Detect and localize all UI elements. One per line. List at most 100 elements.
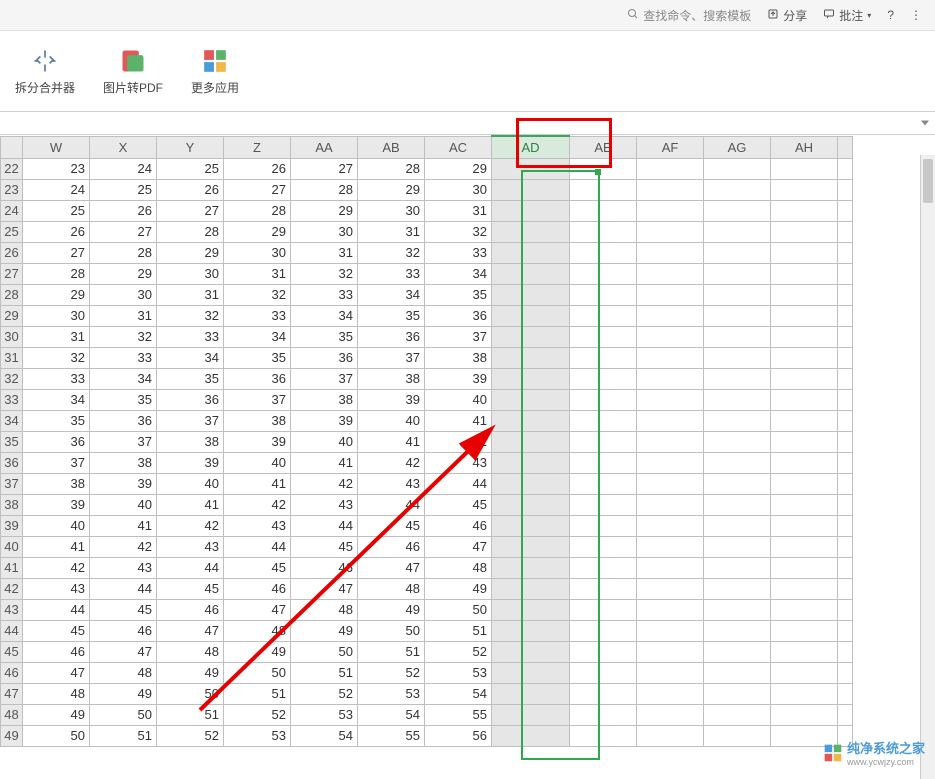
cell-partial-35[interactable] bbox=[838, 431, 853, 452]
cell-Z29[interactable]: 33 bbox=[224, 305, 291, 326]
cell-X40[interactable]: 42 bbox=[90, 536, 157, 557]
cell-Z49[interactable]: 53 bbox=[224, 725, 291, 746]
cell-W34[interactable]: 35 bbox=[23, 410, 90, 431]
cell-Y43[interactable]: 46 bbox=[157, 599, 224, 620]
cell-AC46[interactable]: 53 bbox=[425, 662, 492, 683]
cell-AB38[interactable]: 44 bbox=[358, 494, 425, 515]
cell-W24[interactable]: 25 bbox=[23, 200, 90, 221]
row-header-29[interactable]: 29 bbox=[1, 305, 23, 326]
cell-partial-41[interactable] bbox=[838, 557, 853, 578]
cell-AD34[interactable] bbox=[492, 410, 570, 431]
cell-AF29[interactable] bbox=[637, 305, 704, 326]
cell-AD46[interactable] bbox=[492, 662, 570, 683]
cell-Y23[interactable]: 26 bbox=[157, 179, 224, 200]
cell-AE33[interactable] bbox=[570, 389, 637, 410]
column-header-Z[interactable]: Z bbox=[224, 136, 291, 158]
column-header-AD[interactable]: AD bbox=[492, 136, 570, 158]
cell-AH37[interactable] bbox=[771, 473, 838, 494]
cell-AB46[interactable]: 52 bbox=[358, 662, 425, 683]
cell-AB41[interactable]: 47 bbox=[358, 557, 425, 578]
cell-W37[interactable]: 38 bbox=[23, 473, 90, 494]
cell-AF30[interactable] bbox=[637, 326, 704, 347]
row-header-47[interactable]: 47 bbox=[1, 683, 23, 704]
row-header-35[interactable]: 35 bbox=[1, 431, 23, 452]
cell-AA26[interactable]: 31 bbox=[291, 242, 358, 263]
cell-AD26[interactable] bbox=[492, 242, 570, 263]
cell-AH22[interactable] bbox=[771, 158, 838, 179]
cell-AF31[interactable] bbox=[637, 347, 704, 368]
cell-Y27[interactable]: 30 bbox=[157, 263, 224, 284]
cell-AF49[interactable] bbox=[637, 725, 704, 746]
cell-AH25[interactable] bbox=[771, 221, 838, 242]
cell-partial-43[interactable] bbox=[838, 599, 853, 620]
vertical-scrollbar[interactable] bbox=[920, 155, 935, 779]
formula-bar[interactable] bbox=[0, 112, 935, 135]
cell-AE22[interactable] bbox=[570, 158, 637, 179]
cell-W28[interactable]: 29 bbox=[23, 284, 90, 305]
cell-AC43[interactable]: 50 bbox=[425, 599, 492, 620]
cell-AD31[interactable] bbox=[492, 347, 570, 368]
cell-AC33[interactable]: 40 bbox=[425, 389, 492, 410]
cell-AE30[interactable] bbox=[570, 326, 637, 347]
row-header-44[interactable]: 44 bbox=[1, 620, 23, 641]
cell-AA35[interactable]: 40 bbox=[291, 431, 358, 452]
cell-W27[interactable]: 28 bbox=[23, 263, 90, 284]
cell-AH34[interactable] bbox=[771, 410, 838, 431]
cell-AD35[interactable] bbox=[492, 431, 570, 452]
split-merge-button[interactable]: 拆分合并器 bbox=[15, 47, 75, 96]
cell-AC29[interactable]: 36 bbox=[425, 305, 492, 326]
cell-AH44[interactable] bbox=[771, 620, 838, 641]
cell-AE35[interactable] bbox=[570, 431, 637, 452]
more-menu-button[interactable]: ⋮ bbox=[910, 8, 921, 22]
cell-AA48[interactable]: 53 bbox=[291, 704, 358, 725]
cell-X44[interactable]: 46 bbox=[90, 620, 157, 641]
cell-Y33[interactable]: 36 bbox=[157, 389, 224, 410]
cell-AA38[interactable]: 43 bbox=[291, 494, 358, 515]
cell-AF44[interactable] bbox=[637, 620, 704, 641]
cell-AB47[interactable]: 53 bbox=[358, 683, 425, 704]
cell-X39[interactable]: 41 bbox=[90, 515, 157, 536]
cell-Y38[interactable]: 41 bbox=[157, 494, 224, 515]
cell-X25[interactable]: 27 bbox=[90, 221, 157, 242]
cell-AC28[interactable]: 35 bbox=[425, 284, 492, 305]
cell-X31[interactable]: 33 bbox=[90, 347, 157, 368]
cell-Y49[interactable]: 52 bbox=[157, 725, 224, 746]
cell-AG22[interactable] bbox=[704, 158, 771, 179]
cell-AG33[interactable] bbox=[704, 389, 771, 410]
cell-AC25[interactable]: 32 bbox=[425, 221, 492, 242]
cell-AH43[interactable] bbox=[771, 599, 838, 620]
cell-AD27[interactable] bbox=[492, 263, 570, 284]
cell-AF42[interactable] bbox=[637, 578, 704, 599]
cell-AE42[interactable] bbox=[570, 578, 637, 599]
cell-AC24[interactable]: 31 bbox=[425, 200, 492, 221]
cell-AG23[interactable] bbox=[704, 179, 771, 200]
cell-partial-26[interactable] bbox=[838, 242, 853, 263]
cell-AG46[interactable] bbox=[704, 662, 771, 683]
cell-AB49[interactable]: 55 bbox=[358, 725, 425, 746]
command-search[interactable]: 查找命令、搜索模板 bbox=[627, 7, 751, 24]
cell-X33[interactable]: 35 bbox=[90, 389, 157, 410]
cell-AB25[interactable]: 31 bbox=[358, 221, 425, 242]
cell-X30[interactable]: 32 bbox=[90, 326, 157, 347]
cell-Y32[interactable]: 35 bbox=[157, 368, 224, 389]
cell-partial-28[interactable] bbox=[838, 284, 853, 305]
cell-AC34[interactable]: 41 bbox=[425, 410, 492, 431]
cell-AC49[interactable]: 56 bbox=[425, 725, 492, 746]
cell-partial-31[interactable] bbox=[838, 347, 853, 368]
cell-AF25[interactable] bbox=[637, 221, 704, 242]
cell-AB37[interactable]: 43 bbox=[358, 473, 425, 494]
cell-Z27[interactable]: 31 bbox=[224, 263, 291, 284]
cell-AH33[interactable] bbox=[771, 389, 838, 410]
cell-AE47[interactable] bbox=[570, 683, 637, 704]
cell-partial-22[interactable] bbox=[838, 158, 853, 179]
cell-AG41[interactable] bbox=[704, 557, 771, 578]
row-header-40[interactable]: 40 bbox=[1, 536, 23, 557]
cell-AD24[interactable] bbox=[492, 200, 570, 221]
cell-AF24[interactable] bbox=[637, 200, 704, 221]
cell-AD28[interactable] bbox=[492, 284, 570, 305]
cell-W26[interactable]: 27 bbox=[23, 242, 90, 263]
cell-W39[interactable]: 40 bbox=[23, 515, 90, 536]
cell-AA22[interactable]: 27 bbox=[291, 158, 358, 179]
row-header-46[interactable]: 46 bbox=[1, 662, 23, 683]
cell-X37[interactable]: 39 bbox=[90, 473, 157, 494]
